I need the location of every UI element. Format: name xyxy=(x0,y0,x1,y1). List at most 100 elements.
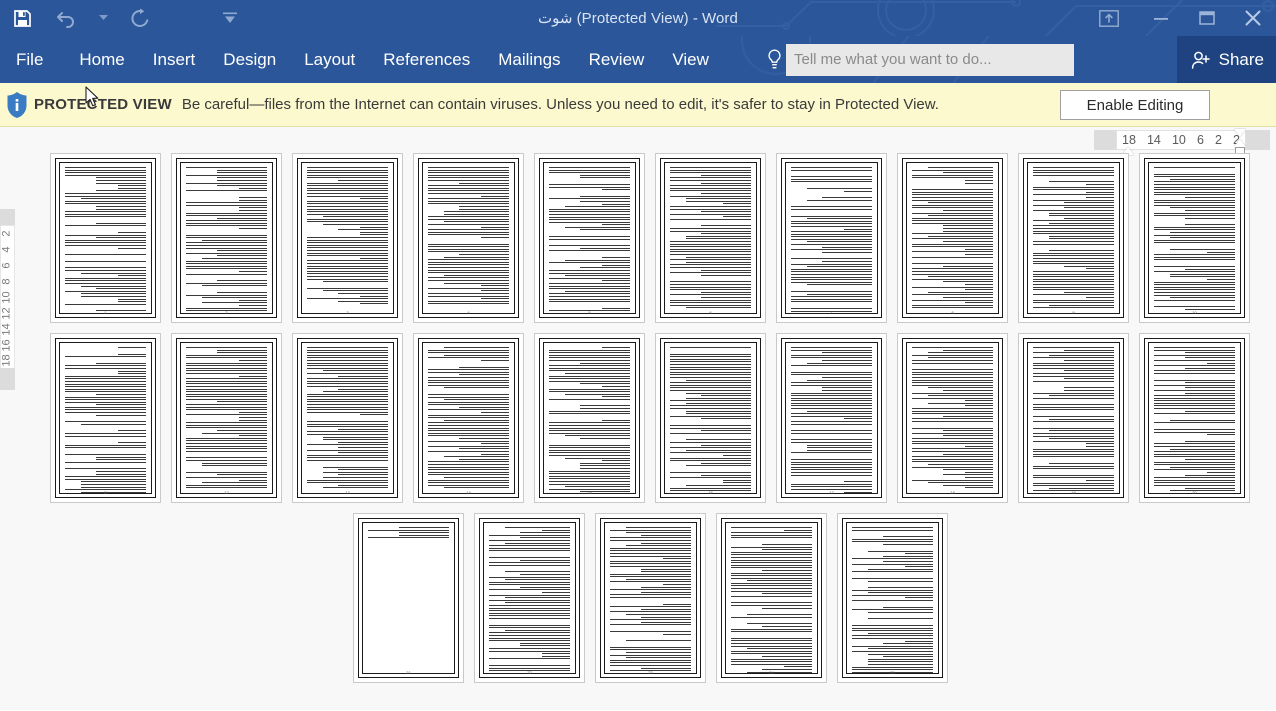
page-thumbnail[interactable]: 6 xyxy=(655,153,766,323)
text-line xyxy=(686,261,751,263)
text-line xyxy=(731,567,812,569)
restore-button[interactable] xyxy=(1184,0,1230,36)
text-line xyxy=(670,195,751,197)
text-line xyxy=(1184,367,1235,369)
text-line xyxy=(912,359,993,361)
text-line xyxy=(65,225,146,227)
tab-view[interactable]: View xyxy=(658,36,723,83)
text-line xyxy=(428,269,509,271)
page-thumbnail[interactable]: 5 xyxy=(534,153,645,323)
text-line xyxy=(1154,429,1235,431)
text-line xyxy=(81,423,146,425)
text-line xyxy=(549,198,630,200)
page-border-outer xyxy=(55,158,156,318)
page-thumbnail[interactable]: 4 xyxy=(413,153,524,323)
page-thumbnail[interactable]: 10 xyxy=(1139,153,1250,323)
page-thumbnail[interactable]: 12 xyxy=(171,333,282,503)
page-thumbnail[interactable]: 17 xyxy=(776,333,887,503)
page-thumbnail[interactable]: 3 xyxy=(292,153,403,323)
text-line xyxy=(65,200,146,202)
tab-design[interactable]: Design xyxy=(209,36,290,83)
text-line xyxy=(579,195,630,197)
text-line xyxy=(791,458,872,460)
text-line xyxy=(1033,302,1114,304)
text-line xyxy=(549,298,630,300)
text-line xyxy=(784,666,812,668)
page-thumbnail[interactable]: 15 xyxy=(534,333,645,503)
text-line xyxy=(761,593,812,595)
page-thumbnail[interactable]: 13 xyxy=(292,333,403,503)
tab-mailings[interactable]: Mailings xyxy=(484,36,574,83)
tell-me-input[interactable] xyxy=(786,43,1074,76)
close-button[interactable] xyxy=(1230,0,1276,36)
page-thumbnail[interactable]: 21 xyxy=(353,513,464,683)
ribbon-display-options-button[interactable] xyxy=(1080,0,1138,36)
text-line xyxy=(239,196,267,198)
tab-home[interactable]: Home xyxy=(65,36,138,83)
page-thumbnail[interactable]: 14 xyxy=(413,333,524,503)
text-line xyxy=(65,234,146,236)
page-thumbnail[interactable]: 11 xyxy=(50,333,161,503)
text-line xyxy=(579,229,630,231)
text-line xyxy=(549,470,630,472)
share-button[interactable]: Share xyxy=(1176,36,1276,83)
tab-insert[interactable]: Insert xyxy=(139,36,210,83)
text-line xyxy=(670,283,751,285)
text-line xyxy=(610,563,691,565)
text-line xyxy=(912,450,993,452)
customize-qat-button[interactable] xyxy=(208,0,252,36)
page-thumbnail[interactable]: 24 xyxy=(716,513,827,683)
text-line xyxy=(444,256,509,258)
text-line xyxy=(731,637,812,639)
text-line xyxy=(1154,239,1235,241)
document-area[interactable]: 18 14 10 6 2 2 2 4 6 8 10 12 14 16 18 1 2… xyxy=(0,127,1276,710)
text-line xyxy=(549,427,630,429)
horizontal-ruler[interactable]: 18 14 10 6 2 2 xyxy=(0,127,1276,155)
text-line xyxy=(1033,174,1114,176)
tab-file[interactable]: File xyxy=(0,36,65,83)
page-thumbnail[interactable]: 23 xyxy=(595,513,706,683)
save-button[interactable] xyxy=(0,0,44,36)
text-line xyxy=(186,476,267,478)
text-line xyxy=(868,550,933,552)
ruler-first-line-indent-marker[interactable] xyxy=(1234,129,1246,137)
text-line xyxy=(428,371,509,373)
tab-layout[interactable]: Layout xyxy=(290,36,369,83)
text-line xyxy=(912,174,993,176)
text-line xyxy=(458,458,509,460)
page-thumbnail[interactable]: 16 xyxy=(655,333,766,503)
page-thumbnail[interactable]: 9 xyxy=(1018,153,1129,323)
text-line xyxy=(186,487,267,489)
text-line xyxy=(1154,453,1235,455)
page-thumbnail[interactable]: 2 xyxy=(171,153,282,323)
undo-button[interactable] xyxy=(44,0,88,36)
text-line xyxy=(791,167,872,168)
page-thumbnail[interactable]: 25 xyxy=(837,513,948,683)
page-thumbnail[interactable]: 7 xyxy=(776,153,887,323)
text-line xyxy=(65,391,146,393)
page-thumbnail[interactable]: 1 xyxy=(50,153,161,323)
text-line xyxy=(519,586,570,588)
enable-editing-button[interactable]: Enable Editing xyxy=(1060,90,1210,120)
text-line xyxy=(670,230,751,232)
undo-dropdown-button[interactable] xyxy=(88,0,118,36)
page-text-body xyxy=(59,342,152,494)
text-line xyxy=(700,225,751,227)
page-thumbnail[interactable]: 8 xyxy=(897,153,1008,323)
text-line xyxy=(761,655,812,657)
redo-button[interactable] xyxy=(118,0,162,36)
text-line xyxy=(202,482,267,484)
ruler-hanging-indent-marker[interactable] xyxy=(1234,139,1246,147)
minimize-button[interactable] xyxy=(1138,0,1184,36)
page-thumbnail[interactable]: 18 xyxy=(897,333,1008,503)
page-thumbnail-grid[interactable]: 1 2 3 4 5 6 7 8 9 10 11 12 13 14 15 16 17 18 19 20 21 22 23 24 2… xyxy=(0,153,1276,710)
text-line xyxy=(428,396,509,398)
page-thumbnail[interactable]: 22 xyxy=(474,513,585,683)
text-line xyxy=(1154,443,1235,445)
page-thumbnail[interactable]: 20 xyxy=(1139,333,1250,503)
tab-review[interactable]: Review xyxy=(575,36,659,83)
text-line xyxy=(186,367,267,369)
text-line xyxy=(868,587,933,589)
tab-references[interactable]: References xyxy=(369,36,484,83)
page-thumbnail[interactable]: 19 xyxy=(1018,333,1129,503)
